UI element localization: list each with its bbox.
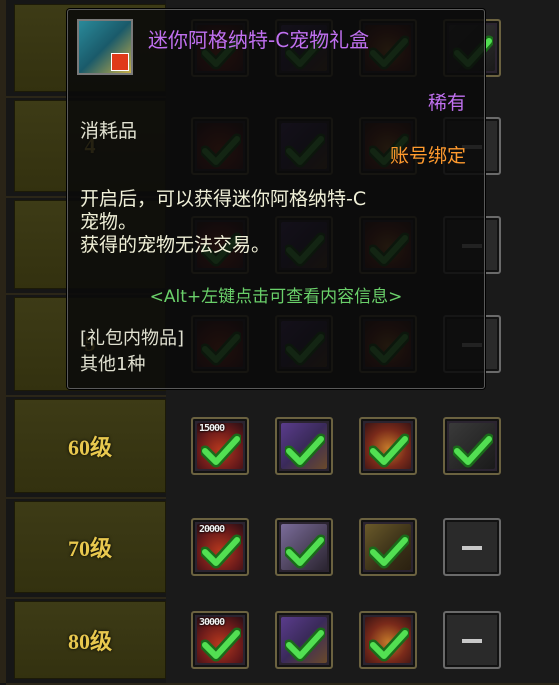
level-row: 80级 30000: [6, 597, 559, 685]
reward-slot[interactable]: 20000: [191, 518, 249, 576]
tooltip-pack-title: [礼包内物品]: [80, 328, 185, 349]
tooltip-description: 开启后，可以获得迷你阿格纳特-C 宠物。 获得的宠物无法交易。: [80, 188, 470, 257]
green-check-icon: [369, 627, 409, 662]
level-label-cell: 80级: [14, 601, 166, 679]
green-check-icon: [369, 433, 409, 468]
reward-items: 20000: [166, 497, 559, 597]
reward-slot[interactable]: [443, 417, 501, 475]
level-label-cell: 70级: [14, 501, 166, 593]
reward-slot[interactable]: [359, 518, 417, 576]
tooltip-item-type: 消耗品: [80, 120, 138, 142]
green-check-icon: [201, 627, 241, 662]
level-label-cell: 60级: [14, 399, 166, 493]
item-tooltip: 迷你阿格纳特-C宠物礼盒 稀有 消耗品 账号绑定 开启后，可以获得迷你阿格纳特-…: [67, 9, 485, 389]
empty-reward-slot[interactable]: [443, 611, 501, 669]
level-label: 80级: [67, 629, 112, 654]
reward-items: 15000: [166, 395, 559, 497]
reward-slot[interactable]: [275, 611, 333, 669]
empty-reward-slot[interactable]: [443, 518, 501, 576]
level-row: 60级 15000: [6, 395, 559, 499]
tooltip-pack-count: 其他1种: [80, 354, 146, 375]
green-check-icon: [453, 433, 493, 468]
level-row: 70级 20000: [6, 497, 559, 599]
reward-slot[interactable]: 15000: [191, 417, 249, 475]
green-check-icon: [201, 433, 241, 468]
tooltip-desc-line: 开启后，可以获得迷你阿格纳特-C: [80, 188, 367, 210]
reward-slot[interactable]: [359, 417, 417, 475]
reward-slot[interactable]: [275, 518, 333, 576]
tooltip-desc-line: 获得的宠物无法交易。: [80, 234, 271, 256]
level-label: 60级: [67, 435, 112, 460]
tooltip-rarity: 稀有: [427, 92, 466, 114]
green-check-icon: [201, 534, 241, 569]
reward-slot[interactable]: [275, 417, 333, 475]
green-check-icon: [285, 433, 325, 468]
pet-gift-box-icon: [77, 19, 133, 75]
reward-items: 30000: [166, 597, 559, 683]
tooltip-title: 迷你阿格纳特-C宠物礼盒: [148, 28, 370, 52]
green-check-icon: [285, 627, 325, 662]
tooltip-binding: 账号绑定: [389, 145, 466, 167]
empty-slot-dash-icon: [462, 546, 482, 550]
reward-slot[interactable]: 30000: [191, 611, 249, 669]
reward-slot[interactable]: [359, 611, 417, 669]
item-corner-badge: [111, 53, 129, 71]
green-check-icon: [285, 534, 325, 569]
level-label: 70级: [67, 536, 112, 561]
green-check-icon: [369, 534, 409, 569]
empty-slot-dash-icon: [462, 639, 482, 643]
tooltip-hint: <Alt+左键点击可查看内容信息>: [149, 287, 403, 307]
tooltip-desc-line: 宠物。: [80, 211, 138, 233]
